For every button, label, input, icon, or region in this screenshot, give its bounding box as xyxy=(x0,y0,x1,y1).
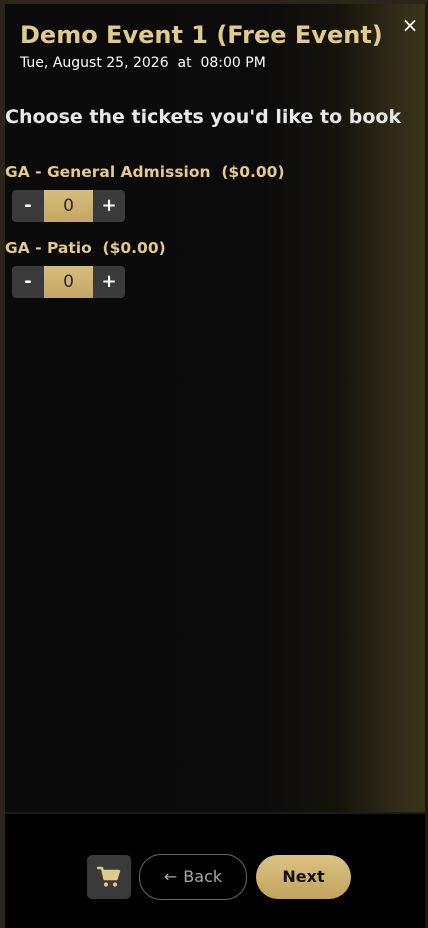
quantity-stepper-general-admission: - 0 + xyxy=(12,190,125,222)
increment-button[interactable]: + xyxy=(93,266,125,298)
arrow-left-icon: ← xyxy=(163,867,178,886)
decrement-button[interactable]: - xyxy=(12,190,44,222)
event-title: Demo Event 1 (Free Event) xyxy=(20,21,383,49)
back-button[interactable]: ← Back xyxy=(139,854,247,900)
ticket-label-patio: GA - Patio ($0.00) xyxy=(5,239,166,257)
next-button[interactable]: Next xyxy=(256,855,351,899)
increment-button[interactable]: + xyxy=(93,190,125,222)
quantity-stepper-patio: - 0 + xyxy=(12,266,125,298)
back-label: Back xyxy=(183,867,223,886)
ticket-heading: Choose the tickets you'd like to book xyxy=(5,106,402,128)
quantity-field[interactable]: 0 xyxy=(44,266,93,298)
ticket-label-general-admission: GA - General Admission ($0.00) xyxy=(5,163,285,181)
close-button[interactable]: × xyxy=(401,15,419,35)
decrement-button[interactable]: - xyxy=(12,266,44,298)
cart-icon xyxy=(97,866,121,887)
ticket-selection-panel: × Demo Event 1 (Free Event) Tue, August … xyxy=(5,4,425,814)
booking-modal: × Demo Event 1 (Free Event) Tue, August … xyxy=(0,0,428,928)
modal-footer: ← Back Next xyxy=(5,814,425,928)
cart-button[interactable] xyxy=(87,855,131,899)
quantity-field[interactable]: 0 xyxy=(44,190,93,222)
event-datetime: Tue, August 25, 2026 at 08:00 PM xyxy=(20,55,266,71)
